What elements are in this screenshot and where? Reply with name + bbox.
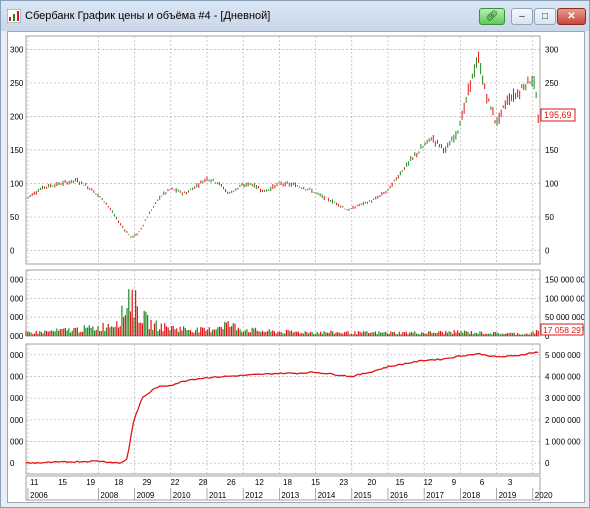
x-day-label: 29 [142, 478, 151, 487]
minimize-button[interactable]: – [511, 8, 533, 25]
x-day-label: 15 [395, 478, 404, 487]
maximize-icon: □ [541, 11, 549, 22]
x-day-label: 22 [171, 478, 180, 487]
x-year-label: 2015 [354, 491, 372, 500]
title-bar[interactable]: Сбербанк График цены и объёма #4 - [Днев… [1, 1, 589, 31]
maximize-button[interactable]: □ [534, 8, 556, 25]
x-year-label: 2016 [390, 491, 408, 500]
x-year-label: 2012 [245, 491, 263, 500]
price-tick-right: 150 [545, 146, 559, 155]
price-tick-right: 300 [545, 45, 559, 54]
last-price-marker: 195,69 [540, 108, 576, 122]
price-tick-left: 150 [10, 146, 24, 155]
price-tick-left: 100 [10, 180, 24, 189]
x-day-label: 9 [452, 478, 457, 487]
chart-area[interactable]: 2006 2008 2009 2010 2011 2012 2013 2014 2015 2016… [7, 31, 590, 503]
close-icon: ✕ [567, 11, 576, 22]
x-year-label: 2019 [499, 491, 517, 500]
x-year-label: 2010 [173, 491, 191, 500]
close-button[interactable]: ✕ [557, 8, 586, 25]
x-year-label: 2011 [209, 491, 227, 500]
volume-tick-left: 000 [10, 294, 24, 303]
x-day-label: 20 [367, 478, 376, 487]
x-day-label: 12 [255, 478, 264, 487]
price-volume-chart[interactable]: 2006 2008 2009 2010 2011 2012 2013 2014 2015 2016… [8, 32, 590, 502]
window-title: Сбербанк График цены и объёма #4 - [Днев… [25, 10, 271, 22]
lower-tick-right: 0 [545, 459, 550, 468]
last-volume-marker: 17 058 297 [540, 323, 586, 336]
lower-panel[interactable] [25, 343, 541, 475]
price-tick-left: 200 [10, 112, 24, 121]
price-tick-left: 250 [10, 79, 24, 88]
lower-tick-right: 2 000 000 [545, 416, 581, 425]
link-button[interactable]: 🔗︎ [479, 8, 505, 25]
x-day-label: 28 [199, 478, 208, 487]
x-day-label: 19 [86, 478, 95, 487]
x-day-label: 11 [30, 478, 39, 487]
x-day-label: 15 [58, 478, 67, 487]
lower-tick-left: 000 [10, 373, 24, 382]
lower-tick-left: 000 [10, 416, 24, 425]
x-year-label: 2008 [100, 491, 118, 500]
x-year-label: 2009 [137, 491, 155, 500]
x-year-label: 2013 [281, 491, 299, 500]
x-year-label: 2018 [462, 491, 480, 500]
lower-tick-left: 000 [10, 394, 24, 403]
volume-tick-right: 150 000 000 [545, 275, 584, 284]
lower-tick-right: 3 000 000 [545, 394, 581, 403]
lower-tick-right: 5 000 000 [545, 351, 581, 360]
volume-tick-left: 000 [10, 275, 24, 284]
x-year-label: 2014 [318, 491, 336, 500]
x-day-label: 3 [508, 478, 513, 487]
volume-tick-right: 50 000 000 [545, 313, 584, 322]
volume-tick-left: 000 [10, 332, 24, 341]
x-day-label: 18 [114, 478, 123, 487]
volume-tick-right: 100 000 000 [545, 294, 584, 303]
lower-tick-left: 000 [10, 351, 24, 360]
x-day-label: 18 [283, 478, 292, 487]
chart-app-icon [7, 9, 21, 23]
last-price-label: 195,69 [544, 110, 572, 120]
price-tick-right: 0 [545, 247, 550, 256]
volume-tick-left: 000 [10, 313, 24, 322]
price-tick-left: 300 [10, 45, 24, 54]
x-day-label: 6 [480, 478, 485, 487]
minimize-icon: – [519, 11, 525, 22]
price-tick-left: 50 [10, 213, 19, 222]
chart-window: Сбербанк График цены и объёма #4 - [Днев… [0, 0, 590, 508]
x-day-label: 26 [227, 478, 236, 487]
x-day-label: 12 [424, 478, 433, 487]
price-tick-left: 0 [10, 247, 15, 256]
lower-tick-right: 4 000 000 [545, 373, 581, 382]
x-year-label: 2020 [535, 491, 553, 500]
price-tick-right: 50 [545, 213, 554, 222]
x-year-label: 2017 [426, 491, 444, 500]
lower-tick-left: 0 [10, 459, 15, 468]
x-day-label: 15 [311, 478, 320, 487]
price-tick-right: 100 [545, 180, 559, 189]
last-volume-label: 17 058 297 [543, 325, 584, 335]
lower-tick-left: 000 [10, 438, 24, 447]
x-day-label: 23 [339, 478, 348, 487]
link-icon: 🔗︎ [485, 11, 499, 22]
lower-tick-right: 1 000 000 [545, 438, 581, 447]
price-tick-right: 250 [545, 79, 559, 88]
x-year-label: 2006 [30, 491, 48, 500]
